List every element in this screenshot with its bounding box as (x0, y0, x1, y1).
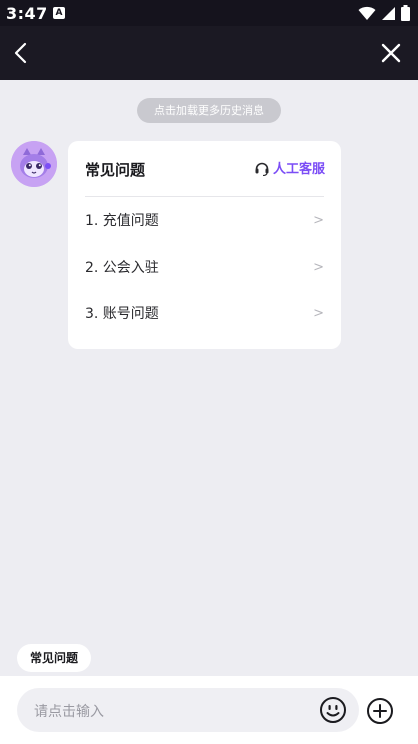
message-input-placeholder: 请点击输入 (34, 704, 104, 720)
faq-item-recharge[interactable]: 1. 充值问题 > (85, 200, 324, 240)
bot-avatar-image (11, 141, 57, 187)
chevron-right-icon: > (313, 305, 324, 321)
system-icons (358, 5, 410, 21)
status-bar: 3:47 A (0, 0, 418, 26)
faq-item-account[interactable]: 3. 账号问题 > (85, 293, 324, 333)
bot-avatar (11, 141, 57, 187)
card-divider (85, 196, 324, 197)
headset-icon (255, 162, 269, 176)
faq-item-guild[interactable]: 2. 公会入驻 > (85, 247, 324, 287)
back-icon[interactable] (10, 40, 34, 66)
notification-icon: A (53, 7, 65, 19)
faq-card-title: 常见问题 (85, 161, 146, 179)
signal-icon (382, 6, 395, 20)
human-agent-button[interactable]: 人工客服 (254, 158, 325, 177)
faq-card: 常见问题 人工客服 1. 充值问题 > 2. 公会入驻 > 3. 账号问题 > (68, 141, 341, 349)
close-icon[interactable] (378, 40, 404, 66)
status-time: 3:47 (6, 4, 48, 23)
top-bar (0, 26, 418, 80)
quick-reply-faq[interactable]: 常见问题 (17, 644, 92, 672)
message-input[interactable]: 请点击输入 (17, 688, 359, 732)
battery-icon (401, 5, 410, 21)
faq-item-label: 1. 充值问题 (85, 213, 159, 229)
add-icon[interactable] (366, 697, 394, 725)
load-history-button[interactable]: 点击加载更多历史消息 (137, 98, 281, 123)
emoji-icon[interactable] (319, 696, 347, 724)
chevron-right-icon: > (313, 259, 324, 275)
faq-item-label: 2. 公会入驻 (85, 260, 159, 276)
composer-bar: 请点击输入 (0, 676, 418, 744)
wifi-icon (358, 6, 376, 20)
chevron-right-icon: > (313, 212, 324, 228)
faq-item-label: 3. 账号问题 (85, 306, 159, 322)
human-agent-label: 人工客服 (272, 162, 325, 177)
chat-area[interactable]: 点击加载更多历史消息 常见问题 人工客服 1. 充值问题 > 2. 公会入驻 >… (0, 80, 418, 676)
